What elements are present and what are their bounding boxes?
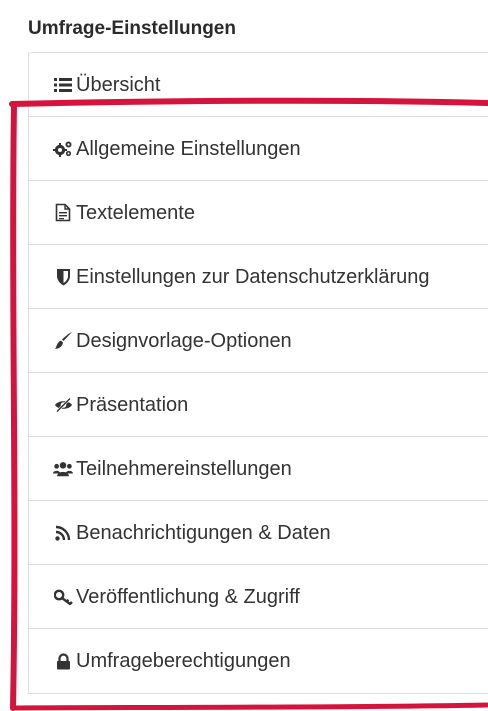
menu-item-overview[interactable]: Übersicht — [29, 52, 488, 116]
gears-icon — [53, 139, 73, 159]
menu-item-label: Veröffentlichung & Zugriff — [76, 585, 300, 608]
menu-item-label: Präsentation — [76, 393, 189, 416]
rss-icon — [53, 523, 73, 543]
menu-item-label: Textelemente — [76, 201, 195, 224]
menu-item-privacy-settings[interactable]: Einstellungen zur Datenschutzerklärung — [29, 244, 488, 308]
menu-item-survey-permissions[interactable]: Umfrageberechtigungen — [29, 628, 488, 694]
menu-item-presentation[interactable]: Präsentation — [29, 372, 488, 436]
settings-menu: Übersicht Allgemeine Einstellungen Texte… — [28, 52, 488, 694]
document-icon — [53, 203, 73, 223]
menu-item-label: Designvorlage-Optionen — [76, 329, 292, 352]
menu-item-publication-access[interactable]: Veröffentlichung & Zugriff — [29, 564, 488, 628]
menu-item-label: Benachrichtigungen & Daten — [76, 521, 331, 544]
menu-item-label: Teilnehmereinstellungen — [76, 457, 292, 480]
shield-icon — [53, 267, 73, 287]
menu-item-label: Übersicht — [76, 73, 161, 96]
key-icon — [53, 587, 73, 607]
menu-item-notifications-data[interactable]: Benachrichtigungen & Daten — [29, 500, 488, 564]
panel-title: Umfrage-Einstellungen — [28, 18, 236, 39]
list-icon — [53, 75, 73, 95]
menu-item-label: Umfrageberechtigungen — [76, 650, 291, 672]
menu-item-label: Allgemeine Einstellungen — [76, 137, 301, 160]
menu-item-label: Einstellungen zur Datenschutzerklärung — [76, 265, 430, 288]
menu-item-theme-options[interactable]: Designvorlage-Optionen — [29, 308, 488, 372]
survey-settings-panel: Umfrage-Einstellungen Übersicht Allgemei… — [16, 0, 488, 711]
users-icon — [53, 459, 73, 479]
menu-item-general-settings[interactable]: Allgemeine Einstellungen — [29, 116, 488, 180]
paintbrush-icon — [53, 331, 73, 351]
menu-item-text-elements[interactable]: Textelemente — [29, 180, 488, 244]
eye-slash-icon — [53, 395, 73, 415]
menu-item-participant-settings[interactable]: Teilnehmereinstellungen — [29, 436, 488, 500]
lock-icon — [53, 651, 73, 671]
